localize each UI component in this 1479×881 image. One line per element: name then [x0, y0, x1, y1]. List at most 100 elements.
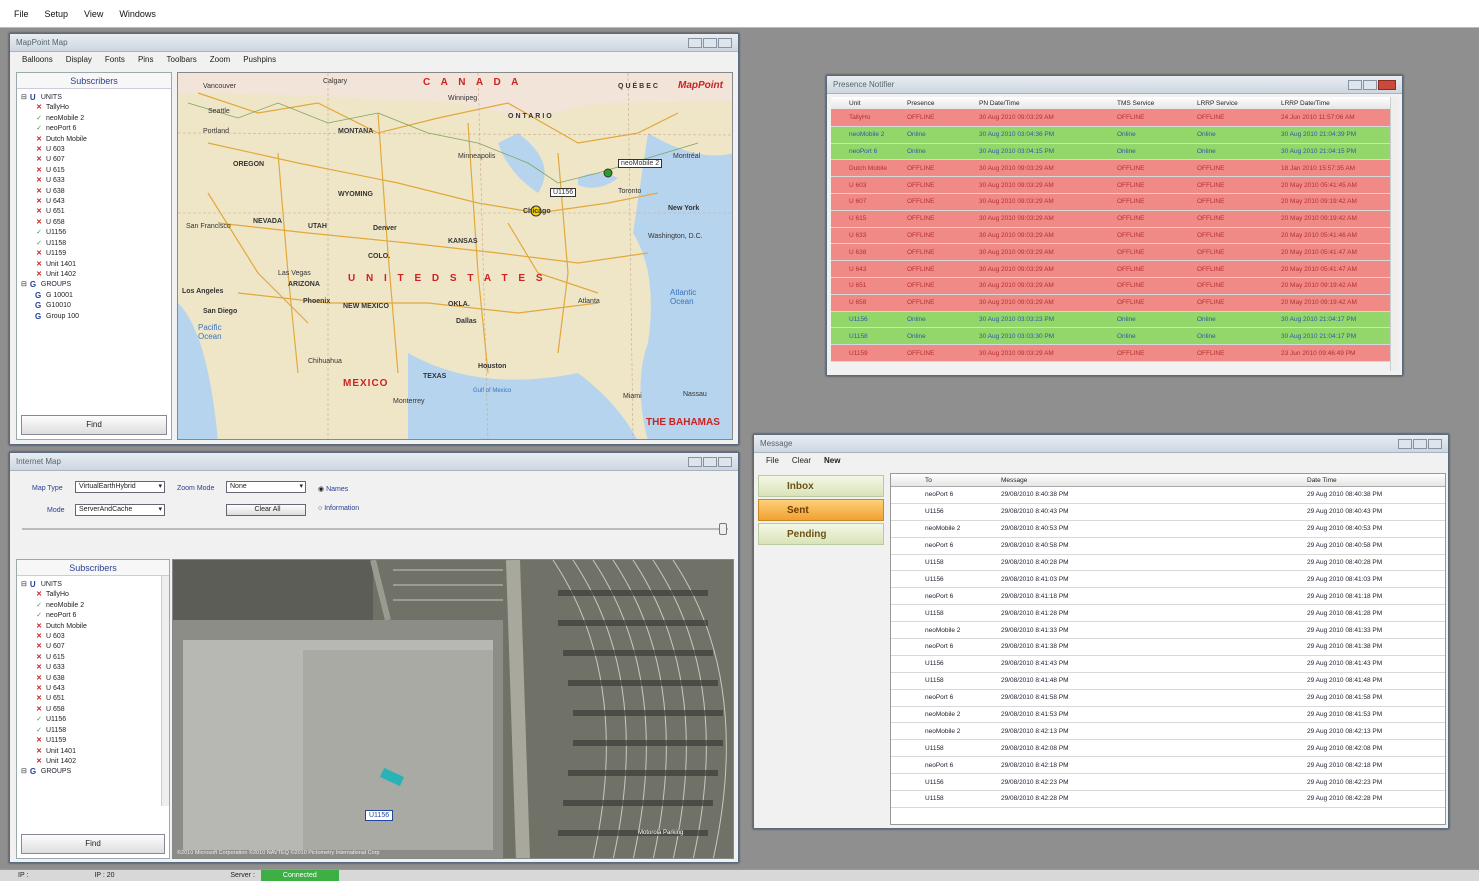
column-header[interactable]: TMS Service: [1113, 100, 1193, 107]
close-button[interactable]: [1428, 438, 1442, 449]
units-node[interactable]: ⊟ U UNITS: [21, 93, 167, 103]
menu-file[interactable]: File: [14, 9, 29, 19]
unit-item[interactable]: ✕ Unit 1401: [35, 747, 165, 757]
folder-inbox[interactable]: Inbox: [758, 475, 884, 497]
find-button[interactable]: Find: [21, 834, 165, 854]
unit-item[interactable]: ✕ U 615: [35, 653, 165, 663]
unit-item[interactable]: ✕ U 638: [35, 187, 167, 197]
unit-item[interactable]: ✓ U1156: [35, 715, 165, 725]
unit-item[interactable]: ✕ U 603: [35, 145, 167, 155]
names-radio[interactable]: ◉ Names: [318, 485, 348, 493]
table-row[interactable]: U 615 OFFLINE 30 Aug 2010 09:03:29 AM OFFLI…: [831, 210, 1391, 228]
unit-item[interactable]: ✕ U1159: [35, 249, 167, 259]
table-row[interactable]: neoMobile 2 Online 30 Aug 2010 03:04:36 PM…: [831, 126, 1391, 144]
column-header[interactable]: LRRP Date/Time: [1277, 100, 1391, 107]
table-row[interactable]: neoPort 6 29/08/2010 8:40:38 PM 29 Aug 201…: [891, 487, 1445, 504]
table-row[interactable]: neoPort 6 29/08/2010 8:42:18 PM 29 Aug 201…: [891, 757, 1445, 775]
unit-item[interactable]: ✕ U1159: [35, 736, 165, 746]
unit-item[interactable]: ✓ neoPort 6: [35, 611, 165, 621]
menu-file[interactable]: File: [766, 456, 779, 465]
unit-item[interactable]: ✓ U1156: [35, 228, 167, 238]
table-row[interactable]: TallyHo OFFLINE 30 Aug 2010 09:03:29 AM OFF…: [831, 110, 1391, 127]
menu-windows[interactable]: Windows: [119, 9, 156, 19]
minimize-button[interactable]: [1348, 79, 1362, 90]
table-row[interactable]: neoMobile 2 29/08/2010 8:42:13 PM 29 Aug 2…: [891, 723, 1445, 741]
unit-item[interactable]: ✕ U 651: [35, 694, 165, 704]
restore-button[interactable]: [703, 456, 717, 467]
table-row[interactable]: U 658 OFFLINE 30 Aug 2010 09:03:29 AM OFFLI…: [831, 294, 1391, 312]
folder-pending[interactable]: Pending: [758, 523, 884, 545]
unit-item[interactable]: ✕ Dutch Mobile: [35, 135, 167, 145]
table-row[interactable]: U1159 OFFLINE 30 Aug 2010 09:03:29 AM OFFLI…: [831, 345, 1391, 362]
table-row[interactable]: U1158 29/08/2010 8:41:48 PM 29 Aug 2010 08…: [891, 672, 1445, 690]
information-radio[interactable]: ○ Information: [318, 505, 359, 512]
unit-item[interactable]: ✕ Unit 1402: [35, 270, 167, 280]
map-pin-label[interactable]: U1156: [550, 188, 577, 197]
menu-setup[interactable]: Setup: [45, 9, 69, 19]
column-header[interactable]: To: [921, 477, 997, 484]
column-header[interactable]: LRRP Service: [1193, 100, 1277, 107]
table-row[interactable]: U 651 OFFLINE 30 Aug 2010 09:03:29 AM OFFLI…: [831, 277, 1391, 295]
units-node[interactable]: ⊟ U UNITS: [21, 580, 165, 590]
unit-item[interactable]: ✓ neoPort 6: [35, 124, 167, 134]
table-row[interactable]: neoPort 6 29/08/2010 8:41:58 PM 29 Aug 201…: [891, 689, 1445, 707]
table-row[interactable]: U 638 OFFLINE 30 Aug 2010 09:03:29 AM OFFLI…: [831, 244, 1391, 262]
table-row[interactable]: U1158 29/08/2010 8:42:28 PM 29 Aug 2010 08…: [891, 791, 1445, 808]
table-row[interactable]: U 643 OFFLINE 30 Aug 2010 09:03:29 AM OFFLI…: [831, 261, 1391, 278]
column-header[interactable]: Message: [997, 477, 1303, 484]
minimize-button[interactable]: [688, 456, 702, 467]
unit-item[interactable]: ✕ U 633: [35, 663, 165, 673]
minimize-button[interactable]: [1398, 438, 1412, 449]
zoom-slider[interactable]: [22, 528, 728, 530]
aerial-pin-label[interactable]: U1156: [365, 810, 394, 821]
table-row[interactable]: neoPort 6 29/08/2010 8:41:38 PM 29 Aug 201…: [891, 639, 1445, 656]
menu-balloons[interactable]: Balloons: [22, 55, 53, 64]
table-row[interactable]: U1156 29/08/2010 8:40:43 PM 29 Aug 2010 08…: [891, 503, 1445, 521]
restore-button[interactable]: [1363, 79, 1377, 90]
mappoint-map[interactable]: C A N A D A U N I T E D S T A T E S MEXI…: [177, 72, 733, 440]
unit-item[interactable]: ✕ U 643: [35, 684, 165, 694]
find-button[interactable]: Find: [21, 415, 167, 435]
unit-item[interactable]: ✓ neoMobile 2: [35, 601, 165, 611]
minimize-button[interactable]: [688, 37, 702, 48]
unit-item[interactable]: ✕ U 658: [35, 705, 165, 715]
unit-item[interactable]: ✓ U1158: [35, 239, 167, 249]
table-row[interactable]: neoMobile 2 29/08/2010 8:41:53 PM 29 Aug 2…: [891, 706, 1445, 724]
unit-item[interactable]: ✕ Unit 1401: [35, 260, 167, 270]
map-type-select[interactable]: VirtualEarthHybrid ▾: [75, 481, 165, 493]
table-row[interactable]: U 603 OFFLINE 30 Aug 2010 09:03:29 AM OFFLI…: [831, 177, 1391, 194]
restore-button[interactable]: [703, 37, 717, 48]
tree-scrollbar[interactable]: [161, 576, 169, 806]
map-pin-label[interactable]: neoMobile 2: [618, 159, 663, 168]
unit-item[interactable]: ✕ U 607: [35, 155, 167, 165]
unit-item[interactable]: ✕ U 607: [35, 642, 165, 652]
table-row[interactable]: U1158 Online 30 Aug 2010 03:03:30 PM Online…: [831, 328, 1391, 346]
menu-pins[interactable]: Pins: [138, 55, 154, 64]
column-header[interactable]: Date Time: [1303, 477, 1437, 484]
aerial-map[interactable]: U1156 Motorola Parking ©2010 Microsoft C…: [172, 559, 734, 859]
table-row[interactable]: U 607 OFFLINE 30 Aug 2010 09:03:29 AM OFFLI…: [831, 193, 1391, 211]
group-item[interactable]: G Group 100: [35, 312, 167, 322]
unit-item[interactable]: ✕ U 658: [35, 218, 167, 228]
table-row[interactable]: U 633 OFFLINE 30 Aug 2010 09:03:29 AM OFFLI…: [831, 227, 1391, 245]
menu-display[interactable]: Display: [66, 55, 92, 64]
menu-toolbars[interactable]: Toolbars: [167, 55, 197, 64]
group-item[interactable]: GG 10001: [35, 291, 167, 301]
column-header[interactable]: Presence: [903, 100, 975, 107]
menu-view[interactable]: View: [84, 9, 103, 19]
table-row[interactable]: neoPort 6 Online 30 Aug 2010 03:04:15 PM On…: [831, 143, 1391, 161]
unit-item[interactable]: ✕ U 633: [35, 176, 167, 186]
unit-item[interactable]: ✕ U 615: [35, 166, 167, 176]
table-row[interactable]: neoMobile 2 29/08/2010 8:40:53 PM 29 Aug 2…: [891, 520, 1445, 538]
group-item[interactable]: G G10010: [35, 301, 167, 311]
menu-clear[interactable]: Clear: [792, 456, 811, 465]
table-row[interactable]: U1158 29/08/2010 8:42:08 PM 29 Aug 2010 08…: [891, 740, 1445, 758]
groups-node[interactable]: ⊟ G GROUPS: [21, 280, 167, 290]
table-row[interactable]: U1156 29/08/2010 8:41:03 PM 29 Aug 2010 08…: [891, 571, 1445, 589]
unit-item[interactable]: ✕ U 651: [35, 207, 167, 217]
unit-item[interactable]: ✕ Unit 1402: [35, 757, 165, 767]
unit-item[interactable]: ✕ U 638: [35, 674, 165, 684]
menu-new[interactable]: New: [824, 456, 840, 465]
restore-button[interactable]: [1413, 438, 1427, 449]
menu-zoom[interactable]: Zoom: [210, 55, 230, 64]
